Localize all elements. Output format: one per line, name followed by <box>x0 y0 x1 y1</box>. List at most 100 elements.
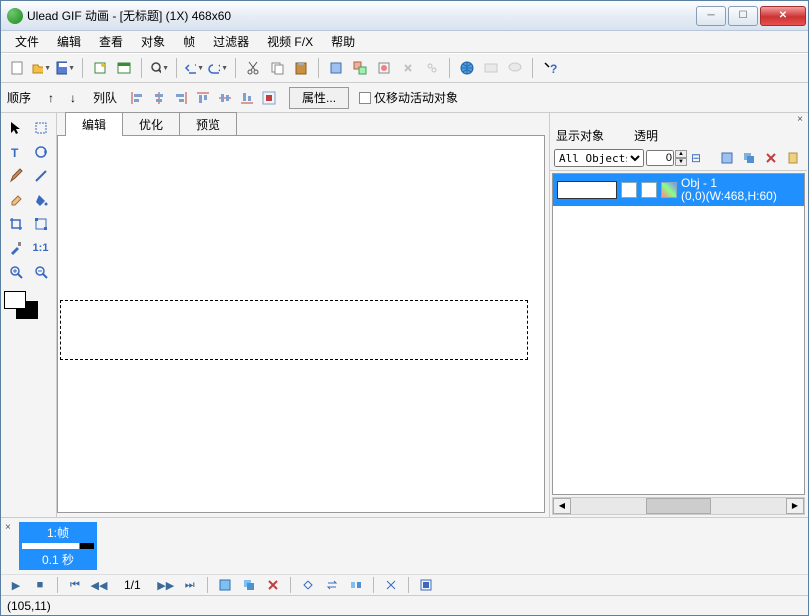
transparent-input[interactable] <box>646 150 674 166</box>
rp-btn4[interactable] <box>783 148 803 168</box>
paste-button[interactable] <box>291 58 311 78</box>
menu-edit[interactable]: 编辑 <box>49 31 89 52</box>
prev-frame-button[interactable]: ◀◀ <box>92 578 106 592</box>
align-center-h-button[interactable] <box>149 88 169 108</box>
wizard2-button[interactable] <box>114 58 134 78</box>
frame-1[interactable]: 1:帧 0.1 秒 <box>19 522 97 570</box>
menu-video-fx[interactable]: 视频 F/X <box>259 31 321 52</box>
close-button[interactable]: ✕ <box>760 6 806 26</box>
align-middle-button[interactable] <box>215 88 235 108</box>
menu-file[interactable]: 文件 <box>7 31 47 52</box>
maximize-button[interactable]: ☐ <box>728 6 758 26</box>
crop-tool[interactable] <box>4 213 27 235</box>
tab-edit[interactable]: 编辑 <box>65 112 123 136</box>
rp-btn2[interactable] <box>739 148 759 168</box>
new-button[interactable] <box>7 58 27 78</box>
fill-tool[interactable] <box>29 189 52 211</box>
copy-button[interactable] <box>267 58 287 78</box>
fx-button[interactable] <box>384 578 398 592</box>
move-active-only-checkbox[interactable]: 仅移动活动对象 <box>359 89 458 106</box>
app-icon <box>7 8 23 24</box>
web-button[interactable] <box>457 58 477 78</box>
panel-close-icon[interactable]: × <box>550 113 807 125</box>
save-button[interactable]: ▼ <box>55 58 75 78</box>
zoom-out-tool[interactable] <box>29 261 52 283</box>
foreground-color[interactable] <box>4 291 26 309</box>
unlink-button[interactable] <box>422 58 442 78</box>
next-frame-button[interactable]: ▶▶ <box>159 578 173 592</box>
obj3-button[interactable] <box>374 58 394 78</box>
zoom-button[interactable]: ▼ <box>149 58 169 78</box>
transparent-spinner[interactable]: ▲▼ <box>675 150 687 166</box>
menu-filter[interactable]: 过滤器 <box>205 31 257 52</box>
center-canvas-button[interactable] <box>259 88 279 108</box>
show-object-select[interactable]: All Objects <box>554 149 644 167</box>
add-frame-button[interactable] <box>218 578 232 592</box>
cursor-position: (105,11) <box>7 599 51 613</box>
dup-frame-button[interactable] <box>242 578 256 592</box>
tween-button[interactable] <box>349 578 363 592</box>
pointer-tool[interactable] <box>4 117 27 139</box>
align-right-button[interactable] <box>171 88 191 108</box>
align-left-button[interactable] <box>127 88 147 108</box>
link-button[interactable] <box>398 58 418 78</box>
color-swatches[interactable] <box>4 291 44 321</box>
select-tool[interactable] <box>29 117 52 139</box>
text-tool[interactable]: T <box>4 141 27 163</box>
redo-button[interactable]: ▼ <box>208 58 228 78</box>
object-row[interactable]: 👁 Obj - 1 (0,0)(W:468,H:60) <box>553 174 804 206</box>
menu-help[interactable]: 帮助 <box>323 31 363 52</box>
chat-button[interactable] <box>505 58 525 78</box>
shape-tool[interactable] <box>29 141 52 163</box>
obj1-button[interactable] <box>326 58 346 78</box>
menu-object[interactable]: 对象 <box>133 31 173 52</box>
arrange-toolbar: 顺序 ↑ ↓ 列队 属性... 仅移动活动对象 <box>1 83 808 113</box>
last-frame-button[interactable]: ⏭ <box>183 578 197 592</box>
minimize-button[interactable]: ─ <box>696 6 726 26</box>
line-tool[interactable] <box>29 165 52 187</box>
resize-tool[interactable] <box>29 213 52 235</box>
help-button[interactable]: ? <box>540 58 560 78</box>
wizard1-button[interactable] <box>90 58 110 78</box>
del-frame-button[interactable] <box>266 578 280 592</box>
tab-optimize[interactable]: 优化 <box>122 112 180 136</box>
frame-thumbnail <box>22 543 94 549</box>
seq-down-button[interactable]: ↓ <box>63 88 83 108</box>
eyedropper-tool[interactable] <box>4 237 27 259</box>
seq-up-button[interactable]: ↑ <box>41 88 61 108</box>
align-bottom-button[interactable] <box>237 88 257 108</box>
tab-preview[interactable]: 预览 <box>179 112 237 136</box>
frame-panel-handle[interactable]: × <box>5 522 15 570</box>
frame-duration: 0.1 秒 <box>42 551 74 568</box>
canvas-area[interactable] <box>57 135 545 513</box>
playback-bar: ▶ ■ ⏮ ◀◀ 1/1 ▶▶ ⏭ <box>1 574 808 595</box>
zoom-in-tool[interactable] <box>4 261 27 283</box>
reverse-button[interactable] <box>301 578 315 592</box>
lock-icon[interactable]: ⊟ <box>691 151 701 165</box>
cut-button[interactable] <box>243 58 263 78</box>
brush-tool[interactable] <box>4 165 27 187</box>
panel-scrollbar[interactable]: ◀▶ <box>552 497 805 515</box>
properties-button[interactable]: 属性... <box>289 87 349 109</box>
rp-btn1[interactable] <box>717 148 737 168</box>
align-top-button[interactable] <box>193 88 213 108</box>
play-button[interactable]: ▶ <box>9 578 23 592</box>
props-frame-button[interactable] <box>419 578 433 592</box>
actual-size-tool[interactable]: 1:1 <box>29 237 52 259</box>
open-button[interactable]: ▼ <box>31 58 51 78</box>
loop-button[interactable] <box>325 578 339 592</box>
rp-btn3[interactable] <box>761 148 781 168</box>
lock-obj-icon[interactable] <box>641 182 657 198</box>
object-list[interactable]: 👁 Obj - 1 (0,0)(W:468,H:60) <box>552 173 805 495</box>
first-frame-button[interactable]: ⏮ <box>68 578 82 592</box>
canvas[interactable] <box>60 300 528 360</box>
preview-button[interactable] <box>481 58 501 78</box>
eraser-tool[interactable] <box>4 189 27 211</box>
undo-button[interactable]: ▼ <box>184 58 204 78</box>
obj2-button[interactable] <box>350 58 370 78</box>
type-icon <box>661 182 677 198</box>
visibility-icon[interactable]: 👁 <box>621 182 637 198</box>
menu-frame[interactable]: 帧 <box>175 31 203 52</box>
stop-button[interactable]: ■ <box>33 578 47 592</box>
menu-view[interactable]: 查看 <box>91 31 131 52</box>
